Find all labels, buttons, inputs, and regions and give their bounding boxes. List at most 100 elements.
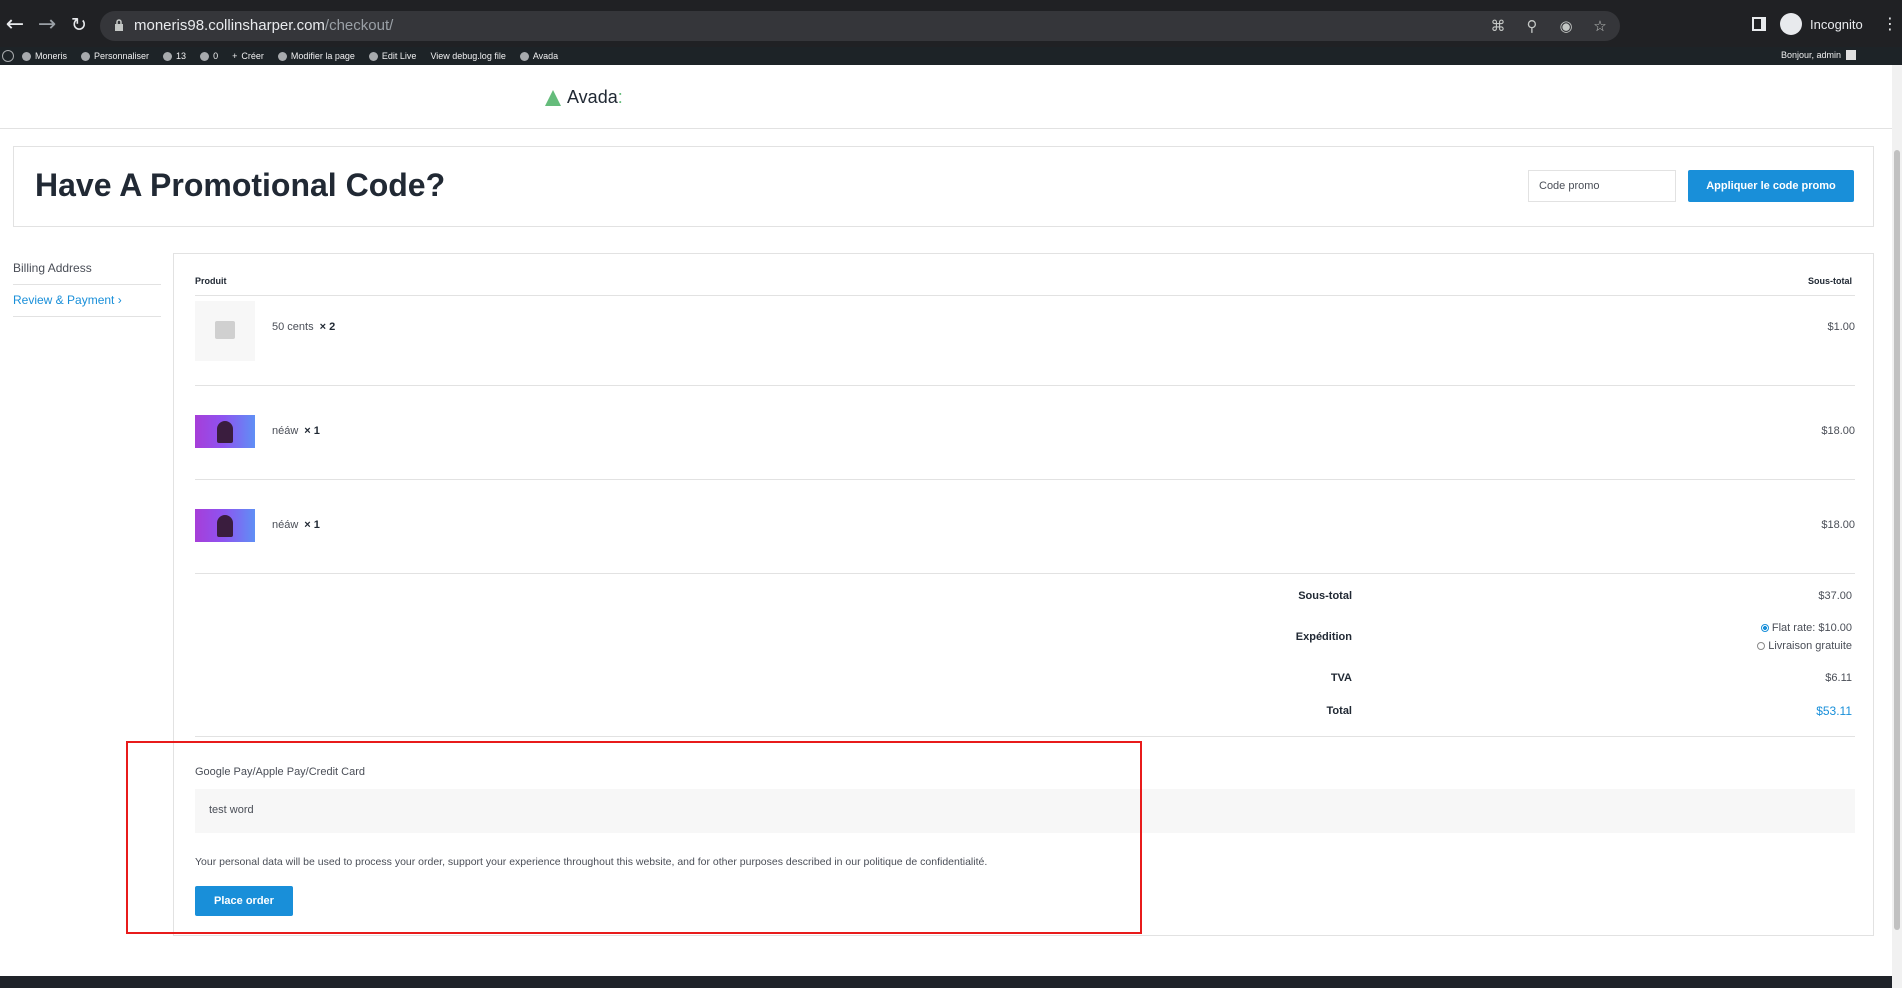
tax-value: $6.11 [1825,672,1852,684]
adminbar-comments-count: 0 [213,51,219,61]
avada-icon [368,51,378,61]
site-icon [22,51,31,61]
divider [195,573,1855,574]
brush-icon [81,51,91,61]
forward-arrow-icon[interactable]: → [34,12,60,38]
admin-avatar [1846,50,1856,60]
product-name: néáw × 1 [272,425,320,437]
order-item-row: néáw × 1 $18.00 [195,509,1855,549]
logo-word: Avada [567,87,618,107]
avada-icon [519,51,529,61]
zoom-icon[interactable]: ⚲ [1522,16,1542,36]
promo-title: Have A Promotional Code? [35,167,446,203]
highlight-annotation-box [126,741,1142,934]
side-panel-icon[interactable] [1752,17,1766,31]
adminbar-avada[interactable]: Avada [519,51,559,61]
product-thumbnail [195,509,255,542]
product-name: 50 cents × 2 [272,321,335,333]
step-review-payment[interactable]: Review & Payment › [13,285,161,317]
adminbar-avada-label: Avada [532,51,559,61]
adminbar-new-label: Créer [241,51,264,61]
shipping-option-free-label: Livraison gratuite [1768,640,1852,652]
adminbar-debug-log[interactable]: View debug.log file [430,51,505,61]
adminbar-customize[interactable]: Personnaliser [81,51,149,61]
apply-promo-button[interactable]: Appliquer le code promo [1688,170,1854,202]
adminbar-new[interactable]: + Créer [232,51,264,61]
adminbar-customize-label: Personnaliser [94,51,150,61]
adminbar-edit-page[interactable]: Modifier la page [277,51,355,61]
promo-code-box: Have A Promotional Code? Code promo Appl… [13,146,1874,227]
avada-logo-icon [545,89,561,106]
adminbar-comments[interactable]: 0 [200,51,218,61]
checkout-steps: Billing Address Review & Payment › [13,253,161,317]
order-item-row: 50 cents × 2 $1.00 [195,301,1855,361]
promo-code-input[interactable]: Code promo [1528,170,1676,202]
logo-colon: : [617,87,623,107]
order-item-row: néáw × 1 $18.00 [195,415,1855,455]
total-label: Total [1326,705,1352,717]
updates-icon [163,51,173,61]
site-footer [0,976,1892,988]
product-price: $18.00 [1821,425,1855,437]
adminbar-updates[interactable]: 13 [163,51,186,61]
step-billing-address[interactable]: Billing Address [13,253,161,285]
divider [195,385,1855,386]
product-name-text: néáw [272,519,299,531]
incognito-icon [1780,13,1802,35]
comment-icon [200,51,210,61]
wordpress-icon[interactable] [2,50,14,62]
address-bar[interactable]: moneris98.collinsharper.com/checkout/ ⌘ … [100,11,1620,41]
radio-selected-icon[interactable] [1760,624,1769,632]
tax-label: TVA [1330,672,1352,684]
product-placeholder-image [195,301,255,361]
back-arrow-icon[interactable]: ← [2,12,28,38]
adminbar-debug-label: View debug.log file [430,51,506,61]
product-name: néáw × 1 [272,519,320,531]
scrollbar-thumb[interactable] [1894,150,1900,930]
product-price: $18.00 [1821,519,1855,531]
logo-text: Avada: [567,87,623,108]
product-quantity: × 1 [304,519,320,531]
divider [195,736,1855,737]
product-name-text: néáw [272,425,299,437]
menu-kebab-icon[interactable]: ⋮ [1882,14,1898,33]
column-header-subtotal: Sous-total [1808,276,1852,286]
radio-unselected-icon[interactable] [1757,642,1766,650]
translate-icon[interactable]: ⌘ [1488,16,1508,36]
site-logo[interactable]: Avada: [545,87,623,108]
adminbar-edit-live-label: Edit Live [381,51,417,61]
adminbar-greeting: Bonjour, admin [1780,50,1841,60]
plus-icon: + [232,51,238,61]
profile-label: Incognito [1810,16,1863,32]
adminbar-site[interactable]: Moneris [22,51,67,61]
adminbar-edit-live[interactable]: Edit Live [368,51,417,61]
adminbar-updates-count: 13 [176,51,187,61]
product-quantity: × 2 [319,321,336,333]
site-header: Avada: [0,65,1892,129]
divider [195,295,1855,296]
column-header-product: Produit [195,276,227,286]
profile-button[interactable]: Incognito [1780,13,1863,35]
reload-icon[interactable]: ↻ [66,12,92,38]
product-quantity: × 1 [304,425,320,437]
browser-toolbar: ← → ↻ moneris98.collinsharper.com/checko… [0,0,1902,51]
wp-admin-bar: Moneris Personnaliser 13 0 + Créer Modifi… [0,47,1902,65]
shipping-option-flat[interactable]: Flat rate: $10.00 [1760,622,1852,634]
pencil-icon [277,51,287,61]
shipping-option-free[interactable]: Livraison gratuite [1757,640,1852,652]
product-thumbnail [195,415,255,448]
product-name-text: 50 cents [272,321,314,333]
subtotal-label: Sous-total [1298,590,1352,602]
url-host: moneris98.collinsharper.com [134,17,325,34]
shipping-option-flat-label: Flat rate: $10.00 [1771,622,1852,634]
url-text: moneris98.collinsharper.com/checkout/ [134,17,393,34]
url-path: /checkout/ [324,17,394,34]
adminbar-account[interactable]: Bonjour, admin [1781,50,1856,60]
shipping-label: Expédition [1295,631,1352,643]
star-icon[interactable]: ☆ [1590,16,1610,36]
adminbar-edit-label: Modifier la page [290,51,355,61]
divider [195,479,1855,480]
eye-slash-icon[interactable]: ◉ [1556,16,1576,36]
subtotal-value: $37.00 [1818,590,1852,602]
product-price: $1.00 [1827,321,1855,333]
